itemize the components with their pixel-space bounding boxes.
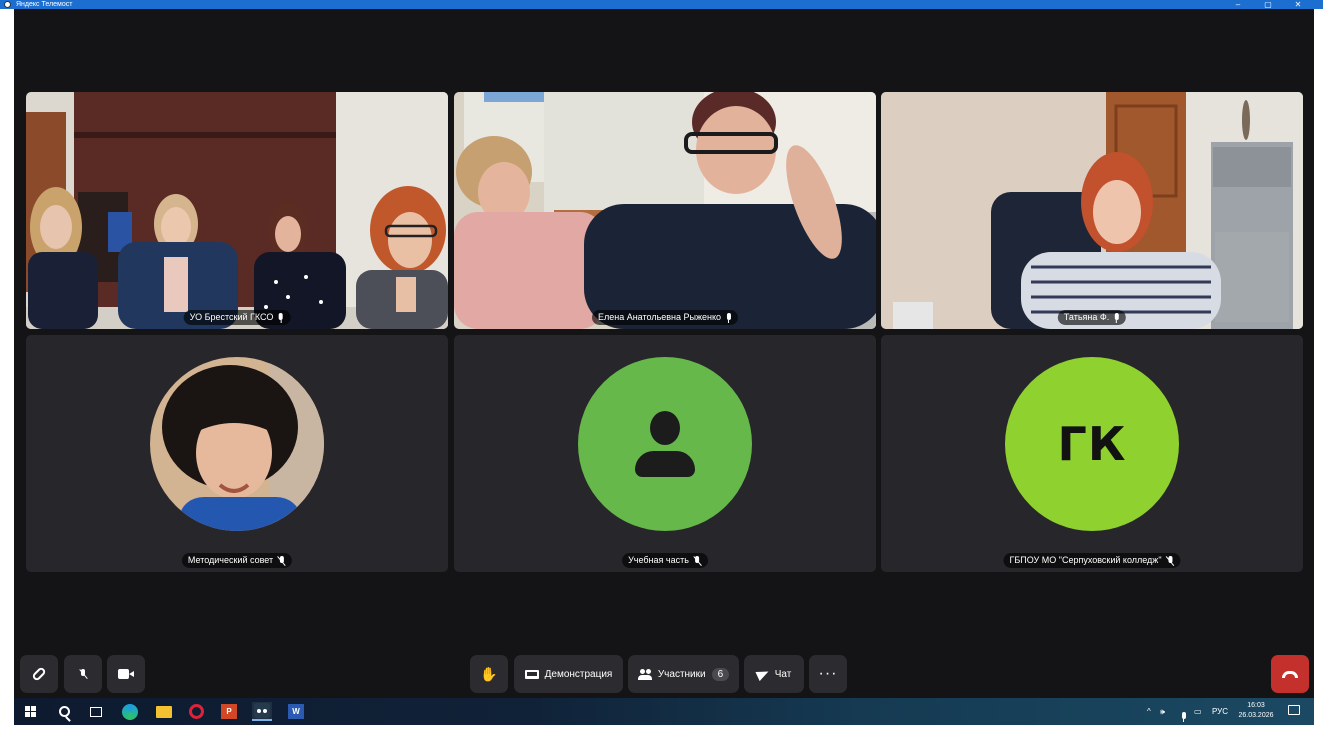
more-options-button[interactable]: ··· xyxy=(809,655,847,693)
close-button[interactable]: ✕ xyxy=(1283,0,1313,9)
participant-tile[interactable]: Учебная часть xyxy=(454,335,876,572)
taskbar-word[interactable]: W xyxy=(286,702,306,721)
participants-count-badge: 6 xyxy=(711,667,730,681)
mic-off-icon xyxy=(79,669,88,679)
participant-tile[interactable]: УО Брестский ГКСО xyxy=(26,92,448,329)
edge-browser-icon xyxy=(122,703,138,720)
participant-name: Татьяна Ф. xyxy=(1063,312,1110,322)
opera-icon xyxy=(188,704,204,719)
hand-icon: ✋ xyxy=(480,666,498,682)
search-icon xyxy=(58,706,70,717)
microphone-icon xyxy=(1113,312,1120,323)
participant-tile[interactable]: Методический совет xyxy=(26,335,448,572)
screen-share-button[interactable]: Демонстрация xyxy=(514,655,623,693)
participant-tile[interactable]: Елена Анатольевна Рыженко xyxy=(454,92,876,329)
window-titlebar: Яндекс Телемост – ▢ ✕ xyxy=(0,0,1323,9)
task-view-button[interactable] xyxy=(86,702,106,721)
participant-name: ГБПОУ МО "Серпуховский колледж" xyxy=(1009,555,1162,565)
maximize-button[interactable]: ▢ xyxy=(1253,0,1283,9)
microphone-toggle-button[interactable] xyxy=(64,655,102,693)
video-feed xyxy=(26,92,448,329)
screen-share-icon xyxy=(524,669,539,679)
hangup-button[interactable] xyxy=(1271,655,1309,693)
taskbar-file-explorer[interactable] xyxy=(154,702,174,721)
powerpoint-icon: P xyxy=(221,704,237,719)
minimize-button[interactable]: – xyxy=(1223,0,1253,9)
microphone-muted-icon xyxy=(693,555,702,566)
participant-name-label: Учебная часть xyxy=(622,553,708,568)
avatar: ГК xyxy=(1005,357,1179,531)
chat-button[interactable]: Чат xyxy=(744,655,804,693)
participant-name: Учебная часть xyxy=(628,555,689,565)
camera-toggle-button[interactable] xyxy=(107,655,145,693)
avatar-initials: ГК xyxy=(1057,417,1127,471)
video-feed xyxy=(454,92,876,329)
participant-name: УО Брестский ГКСО xyxy=(189,312,274,322)
screen-share-label: Демонстрация xyxy=(544,668,613,680)
clock-time: 16:03 xyxy=(1247,702,1265,709)
tray-mic-icon[interactable] xyxy=(1180,698,1187,725)
microphone-muted-icon xyxy=(1166,555,1175,566)
telemost-icon xyxy=(254,703,270,718)
windows-taskbar: P W ^ 🕪 ▭ РУС 16:03 26.03.2026 xyxy=(14,698,1314,725)
language-indicator[interactable]: РУС xyxy=(1212,698,1228,725)
microphone-muted-icon xyxy=(277,555,286,566)
avatar xyxy=(578,357,752,531)
taskbar-edge[interactable] xyxy=(120,702,140,721)
search-button[interactable] xyxy=(54,702,74,721)
conference-area: УО Брестский ГКСО Елена Анатольевна Рыже… xyxy=(14,9,1314,698)
send-icon xyxy=(755,666,771,682)
copy-link-button[interactable] xyxy=(20,655,58,693)
avatar-photo xyxy=(150,357,324,531)
volume-icon[interactable]: 🕪 xyxy=(1160,698,1165,725)
link-icon xyxy=(31,666,47,682)
participant-tile[interactable]: ГК ГБПОУ МО "Серпуховский колледж" xyxy=(881,335,1303,572)
phone-hangup-icon xyxy=(1282,670,1298,678)
more-icon: ··· xyxy=(818,665,838,682)
microphone-icon xyxy=(1180,712,1187,722)
participants-icon xyxy=(637,668,652,680)
participant-name-label: Татьяна Ф. xyxy=(1057,310,1127,325)
word-icon: W xyxy=(288,704,304,719)
avatar xyxy=(150,357,324,531)
raise-hand-button[interactable]: ✋ xyxy=(470,655,508,693)
participant-tile-active-speaker[interactable]: Татьяна Ф. xyxy=(881,92,1303,329)
participant-name: Елена Анатольевна Рыженко xyxy=(597,312,722,322)
task-view-icon xyxy=(90,706,102,717)
microphone-icon xyxy=(277,312,284,323)
person-placeholder-icon xyxy=(635,411,695,477)
start-button[interactable] xyxy=(20,702,40,721)
video-feed xyxy=(881,92,1303,329)
taskbar-powerpoint[interactable]: P xyxy=(219,702,239,721)
participant-name-label: Методический совет xyxy=(181,553,293,568)
clock-date: 26.03.2026 xyxy=(1238,712,1274,719)
tray-chevron-icon[interactable]: ^ xyxy=(1147,698,1151,725)
participant-name-label: Елена Анатольевна Рыженко xyxy=(591,310,739,325)
window-title: Яндекс Телемост xyxy=(16,1,73,8)
microphone-icon xyxy=(725,312,732,323)
notification-center-icon[interactable] xyxy=(1288,705,1300,715)
screen: Яндекс Телемост – ▢ ✕ УО Брестский ГКСО … xyxy=(0,0,1323,741)
participants-button[interactable]: Участники 6 xyxy=(628,655,739,693)
participant-name: Методический совет xyxy=(187,555,274,565)
participant-name-label: УО Брестский ГКСО xyxy=(183,310,291,325)
telemost-app-icon xyxy=(4,1,11,8)
taskbar-opera[interactable] xyxy=(186,702,206,721)
camera-icon xyxy=(118,669,134,679)
participant-name-label: ГБПОУ МО "Серпуховский колледж" xyxy=(1003,553,1181,568)
windows-logo-icon xyxy=(24,706,36,717)
taskbar-telemost[interactable] xyxy=(252,702,272,721)
taskbar-clock[interactable]: 16:03 26.03.2026 xyxy=(1236,701,1276,721)
participants-label: Участники xyxy=(657,668,706,680)
network-icon[interactable]: ▭ xyxy=(1194,698,1202,725)
chat-label: Чат xyxy=(774,668,792,680)
folder-icon xyxy=(156,705,172,718)
